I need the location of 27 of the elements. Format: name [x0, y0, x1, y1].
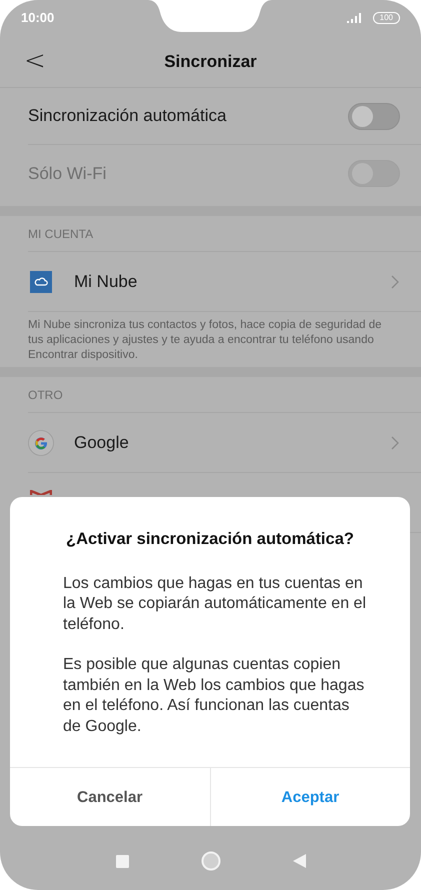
chevron-icon — [391, 274, 399, 288]
dialog-message: Los cambios que hagas en tus cuentas en la Web se copiarán automáticamente en el teléfono. — [63, 574, 367, 635]
google-g-icon — [28, 430, 54, 456]
back-icon[interactable] — [292, 854, 306, 868]
home-icon[interactable] — [200, 851, 220, 871]
back-button[interactable]: < — [24, 48, 46, 74]
page-title: Sincronizar — [164, 50, 257, 73]
dialog-title: ¿Activar sincronización automática? — [65, 529, 355, 550]
envelope-icon — [30, 490, 52, 495]
toggle-switch[interactable] — [348, 102, 400, 130]
account-name: Google — [74, 432, 130, 454]
section-header: OTRO — [28, 387, 63, 404]
signal-icon — [346, 13, 363, 23]
setting-label: Sólo Wi-Fi — [28, 162, 106, 185]
account-row[interactable]: Google — [28, 413, 421, 473]
section-description: Mi Nube sincroniza tus contactos y fotos, hace copia de seguridad de tus aplicaciones y ajustes y te ayuda a encontrar tu teléfono usando Encontrar dispositivo. — [28, 318, 383, 363]
section-header: MI CUENTA — [28, 226, 94, 243]
account-name: Mi Nube — [74, 270, 138, 293]
status-time: 10:00 — [21, 9, 54, 28]
account-row[interactable]: Mi Nube — [28, 252, 421, 312]
dialog-message: Es posible que algunas cuentas copien también en la Web los cambios que hagas en el teléfono. Así funcionan las cuentas de Google. — [63, 655, 366, 737]
chevron-icon — [391, 436, 399, 450]
battery-indicator: 100 — [372, 12, 400, 24]
setting-label: Sincronización automática — [28, 105, 226, 128]
recents-icon[interactable] — [116, 854, 128, 868]
cloud-icon — [30, 270, 52, 292]
dialog-button[interactable]: Cancelar — [10, 768, 210, 826]
